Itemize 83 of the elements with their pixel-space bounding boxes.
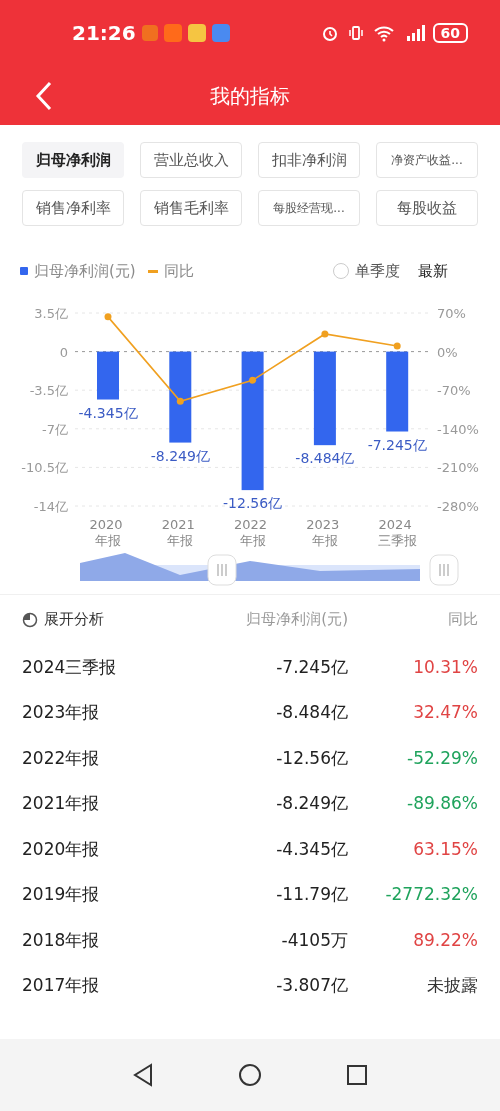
bar-value-label: -7.245亿 <box>367 436 427 452</box>
battery-indicator: 60 <box>432 23 468 43</box>
alarm-icon <box>320 24 339 42</box>
expand-analysis-button[interactable]: 展开分析 <box>22 608 198 631</box>
vibrate-icon <box>346 24 365 42</box>
value-cell-text: -8.249亿 <box>275 792 348 815</box>
value-cell-text: -4105万 <box>280 928 348 952</box>
period-cell-text: 2017年报 <box>22 974 101 997</box>
axis-tick-label: -7亿 <box>42 421 68 437</box>
metric-tab[interactable]: 每股收益 <box>376 190 478 226</box>
period-cell-text: 2022年报 <box>22 746 101 770</box>
yoy-point <box>393 342 401 350</box>
axis-category-label: 2024 三季报 <box>377 516 417 547</box>
axis-tick-label: -3.5亿 <box>29 382 68 398</box>
axis-category-label: 2021 年报 <box>161 516 195 547</box>
bar <box>97 351 119 399</box>
value-cell-text: -12.56亿 <box>275 746 348 770</box>
yoy-point <box>321 329 329 337</box>
axis-category-label: 2022 年报 <box>234 516 268 547</box>
axis-tick-label: 0% <box>437 344 458 360</box>
period-cell-text: 2023年报 <box>22 701 101 724</box>
bar-value-label: -4.345亿 <box>78 404 138 420</box>
app-notification-icon <box>187 24 206 42</box>
wifi-icon <box>372 24 395 42</box>
metric-tab[interactable]: 归母净利润 <box>22 142 124 178</box>
change-cell-text: -89.86% <box>406 792 478 815</box>
period-cell-text: 2024三季报 <box>22 655 118 679</box>
yoy-point <box>249 376 257 384</box>
status-time: 21:26 <box>72 20 136 47</box>
metric-tab[interactable]: 扣非净利润 <box>258 142 360 178</box>
bar-value-label: -8.484亿 <box>295 449 355 466</box>
value-cell-text: -11.79亿 <box>275 883 348 906</box>
change-cell-text: -52.29% <box>406 746 478 770</box>
yoy-point <box>104 312 112 320</box>
period-cell-text: 2019年报 <box>22 883 101 906</box>
app-notification-icon <box>163 24 182 42</box>
axis-category-label: 2023 年报 <box>306 516 340 547</box>
value-cell-text: -8.484亿 <box>275 701 348 724</box>
axis-category-label: 2020 年报 <box>89 516 123 547</box>
column-header: 同比 <box>447 609 478 631</box>
metric-tab[interactable]: 每股经营现... <box>258 190 360 226</box>
change-cell-text: 63.15% <box>412 837 478 861</box>
change-cell-text: 未披露 <box>426 974 478 997</box>
period-cell-text: 2021年报 <box>22 792 101 815</box>
bar-legend-icon <box>20 267 28 276</box>
axis-tick-label: -10.5亿 <box>21 459 68 475</box>
change-cell-text: -2772.32% <box>384 883 478 906</box>
change-cell-text: 89.22% <box>412 928 478 952</box>
period-cell-text: 2020年报 <box>22 837 101 861</box>
change-cell-text: 10.31% <box>412 655 478 679</box>
axis-tick-label: -210% <box>437 459 479 475</box>
bar-value-label: -12.56亿 <box>223 494 283 511</box>
axis-tick-label: 0 <box>59 344 68 360</box>
home-nav-icon[interactable] <box>238 1063 262 1087</box>
value-cell-text: -4.345亿 <box>275 837 348 861</box>
app-notification-icon <box>141 25 158 41</box>
pie-chart-icon <box>22 611 38 628</box>
value-cell-text: -7.245亿 <box>275 655 348 679</box>
legend-label: 归母净利润(元) <box>34 261 136 282</box>
latest-label[interactable]: 最新 <box>418 260 448 283</box>
recents-nav-icon[interactable] <box>346 1064 368 1086</box>
yoy-point <box>176 397 184 405</box>
metric-tab[interactable]: 销售净利率 <box>22 190 124 226</box>
metric-tab[interactable]: 净资产收益... <box>376 142 478 178</box>
axis-tick-label: -280% <box>437 498 479 514</box>
axis-tick-label: 3.5亿 <box>34 305 68 321</box>
period-cell-text: 2018年报 <box>22 928 101 952</box>
page-title: 我的指标 <box>210 82 290 110</box>
axis-tick-label: -140% <box>437 421 479 437</box>
back-nav-icon[interactable] <box>132 1063 154 1087</box>
axis-tick-label: 70% <box>437 305 466 321</box>
metric-tab[interactable]: 销售毛利率 <box>140 190 242 226</box>
column-header: 归母净利润(元) <box>245 609 348 631</box>
axis-tick-label: -14亿 <box>33 498 68 514</box>
line-legend-icon <box>147 269 158 273</box>
value-cell-text: -3.807亿 <box>275 974 348 997</box>
bar-value-label: -8.249亿 <box>150 447 210 464</box>
single-quarter-radio[interactable]: 单季度 <box>333 260 400 283</box>
app-notification-icon <box>211 24 230 42</box>
metric-tab[interactable]: 营业总收入 <box>140 142 242 178</box>
legend-label: 同比 <box>163 261 194 282</box>
axis-tick-label: -70% <box>437 382 471 398</box>
change-cell-text: 32.47% <box>412 701 478 724</box>
